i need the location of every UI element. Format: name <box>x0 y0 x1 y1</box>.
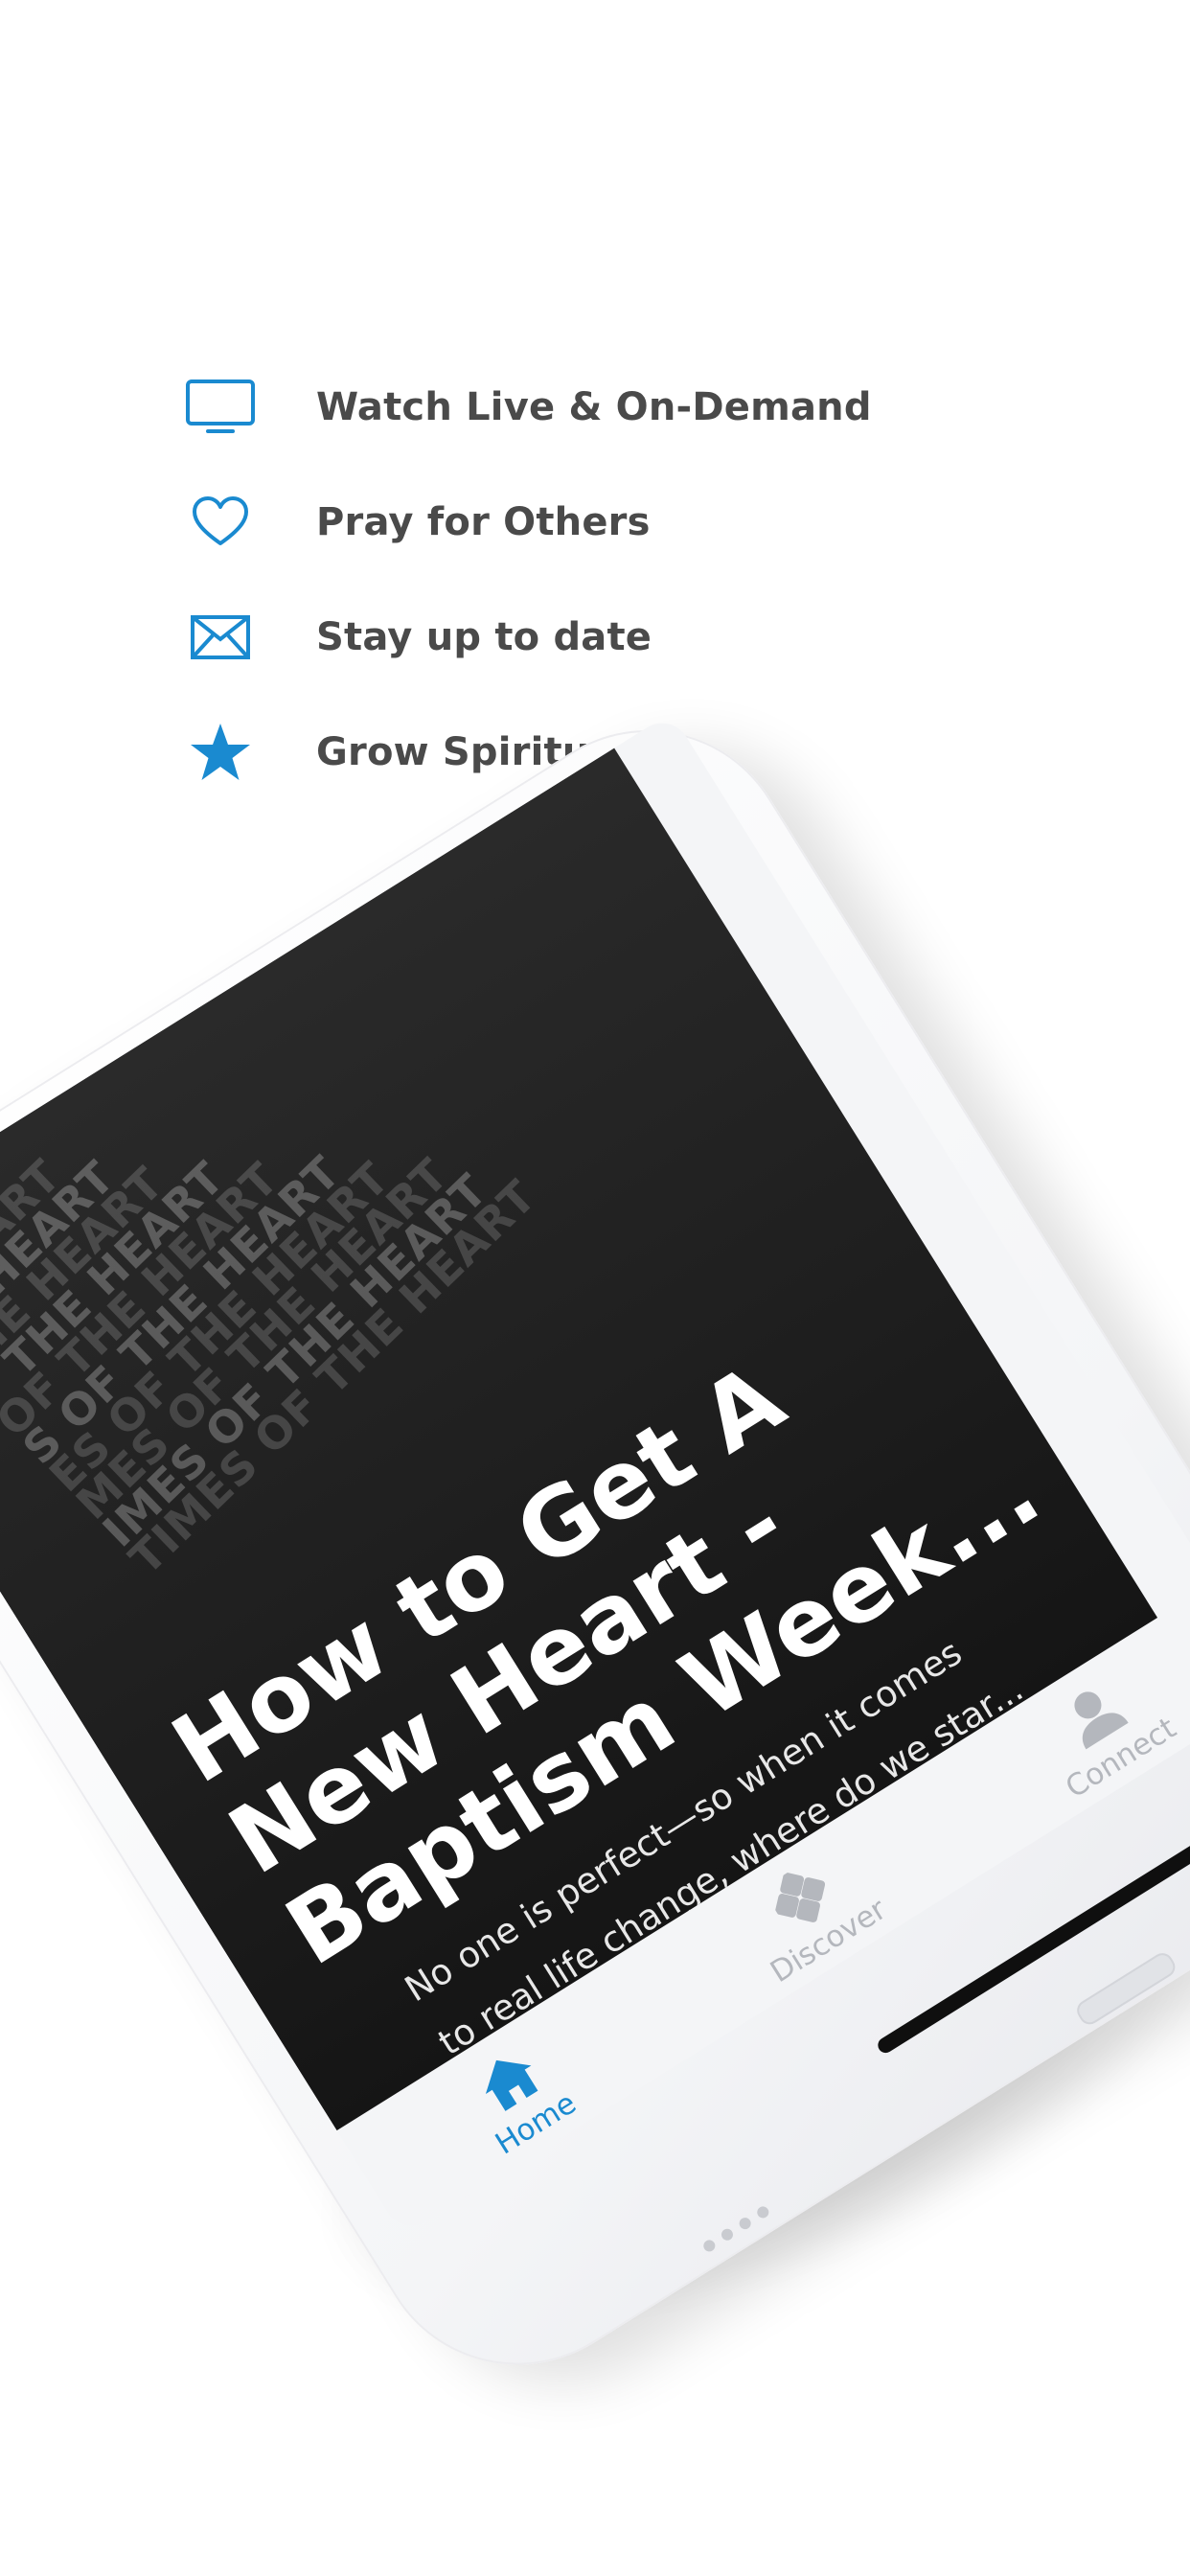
heart-icon <box>182 484 259 561</box>
speaker-hole <box>701 2238 718 2254</box>
star-icon <box>182 714 259 791</box>
screenshot-canvas: Watch Live & On-Demand Pray for Others S… <box>0 0 1190 2576</box>
feature-label: Pray for Others <box>316 500 651 544</box>
app-screen: RT HEART E HEART HE HEART THE HEART F TH… <box>0 712 1190 2237</box>
tv-icon <box>182 369 259 446</box>
phone-body: RT HEART E HEART HE HEART THE HEART F TH… <box>0 676 1190 2420</box>
envelope-icon <box>182 599 259 676</box>
speaker-hole <box>755 2204 771 2220</box>
feature-label: Watch Live & On-Demand <box>316 385 872 429</box>
sermon-hero-card[interactable]: RT HEART E HEART HE HEART THE HEART F TH… <box>0 748 1158 2131</box>
speaker-hole <box>719 2226 736 2243</box>
charging-port <box>1073 1948 1179 2029</box>
feature-watch-live: Watch Live & On-Demand <box>182 350 1044 465</box>
feature-label: Stay up to date <box>316 615 652 659</box>
speaker-hole <box>737 2215 753 2232</box>
